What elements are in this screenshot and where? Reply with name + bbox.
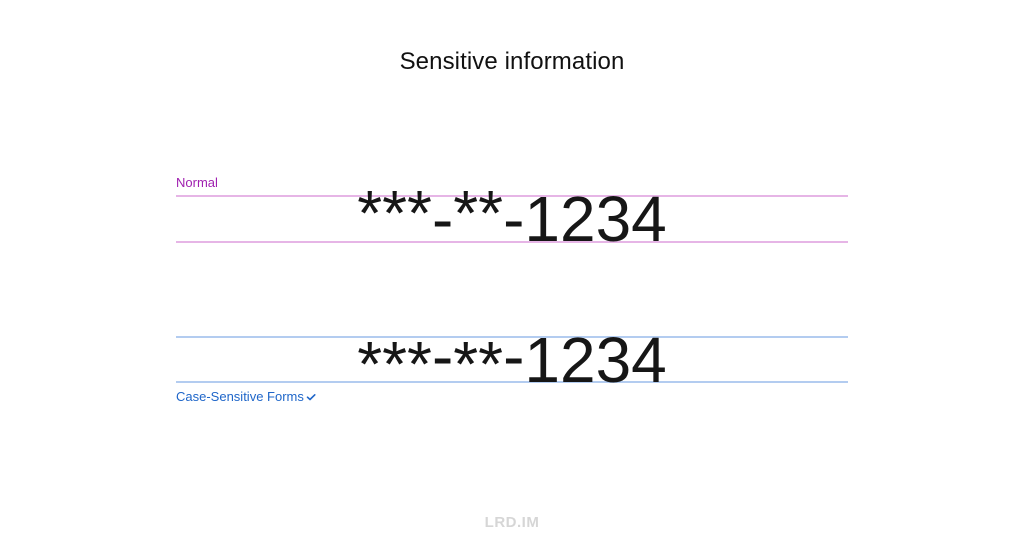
page-title: Sensitive information (399, 48, 625, 75)
separator-1: - (431, 183, 454, 255)
digits: 1234 (524, 183, 667, 255)
label-case-sensitive-forms: Case-Sensitive Forms (176, 389, 316, 404)
separator-1: - (431, 320, 454, 392)
checkmark-icon (306, 393, 316, 400)
mask-group-2: ** (453, 328, 504, 400)
sample-text-case-sensitive: ***-**-1234 (0, 324, 1024, 396)
sample-text-normal: ***-**-1234 (0, 181, 1024, 251)
mask-group-1: *** (357, 328, 432, 400)
digits: 1234 (524, 324, 667, 396)
label-case-sensitive-text: Case-Sensitive Forms (176, 389, 304, 404)
separator-2: - (503, 320, 525, 392)
separator-2: - (503, 183, 525, 255)
mask-group-1: *** (357, 177, 432, 249)
watermark-logo: LRD.IM (484, 514, 540, 531)
mask-group-2: ** (453, 177, 504, 249)
